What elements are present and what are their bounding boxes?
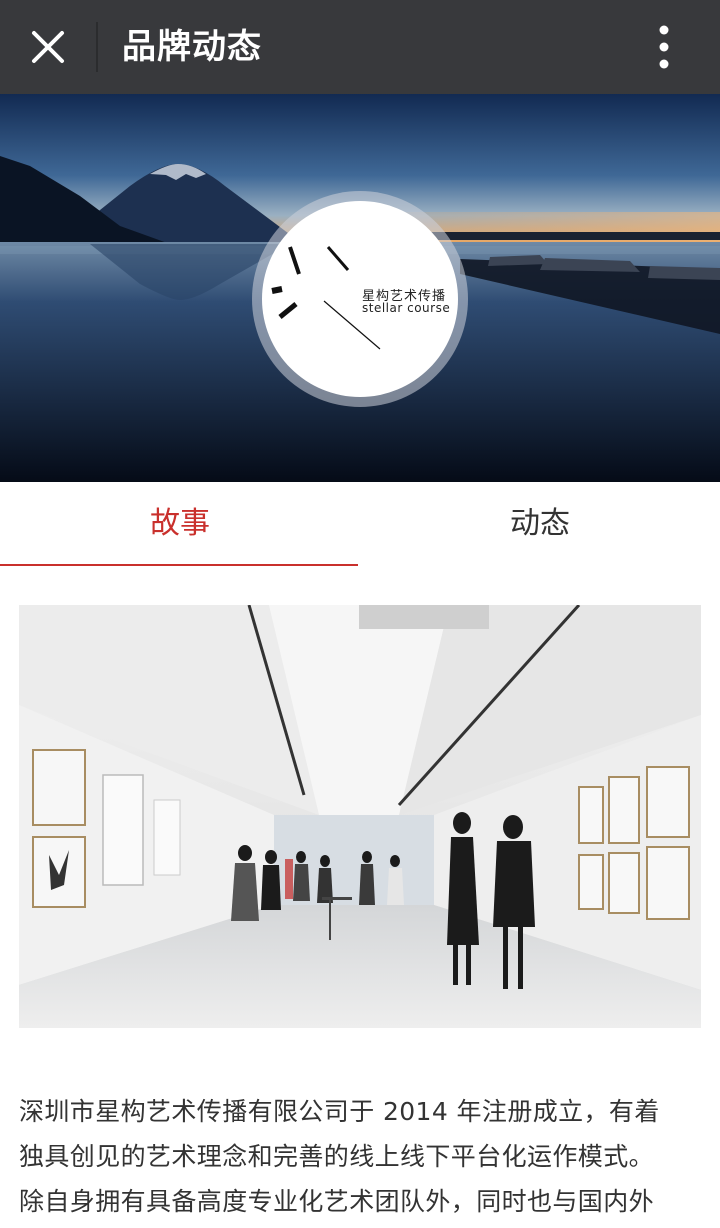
tab-bar: 故事 动态 [0, 482, 720, 568]
brand-logo: 星构艺术传播 stellar course [252, 191, 468, 407]
brand-logo-disc: 星构艺术传播 stellar course [262, 201, 458, 397]
logo-english-name: stellar course [362, 301, 451, 315]
hero-banner: 星构艺术传播 stellar course [0, 94, 720, 482]
article-line: 独具创见的艺术理念和完善的线上线下平台化运作模式。 [19, 1142, 655, 1171]
page-title: 品牌动态 [122, 27, 262, 67]
tab-story[interactable]: 故事 [0, 482, 360, 568]
article-photo [19, 605, 701, 1028]
top-navigation-bar: 品牌动态 [0, 0, 720, 94]
art-gallery-exhibition-photo [19, 605, 701, 1028]
article-body: 深圳市星构艺术传播有限公司于 2014 年注册成立，有着 独具创见的艺术理念和完… [19, 1089, 703, 1224]
tab-news[interactable]: 动态 [360, 482, 720, 568]
article-line: 深圳市星构艺术传播有限公司于 2014 年注册成立，有着 [19, 1097, 660, 1126]
more-vertical-icon [659, 25, 669, 69]
active-tab-indicator [0, 564, 358, 566]
close-button[interactable] [18, 17, 78, 77]
close-icon [32, 31, 64, 63]
more-options-button[interactable] [634, 17, 694, 77]
topbar-divider [96, 22, 98, 72]
article-line: 除自身拥有具备高度专业化艺术团队外，同时也与国内外 [19, 1187, 655, 1216]
brand-news-page: 品牌动态 星构艺术传播 stellar course 故事 动态 深圳市星构艺术… [0, 0, 720, 1228]
